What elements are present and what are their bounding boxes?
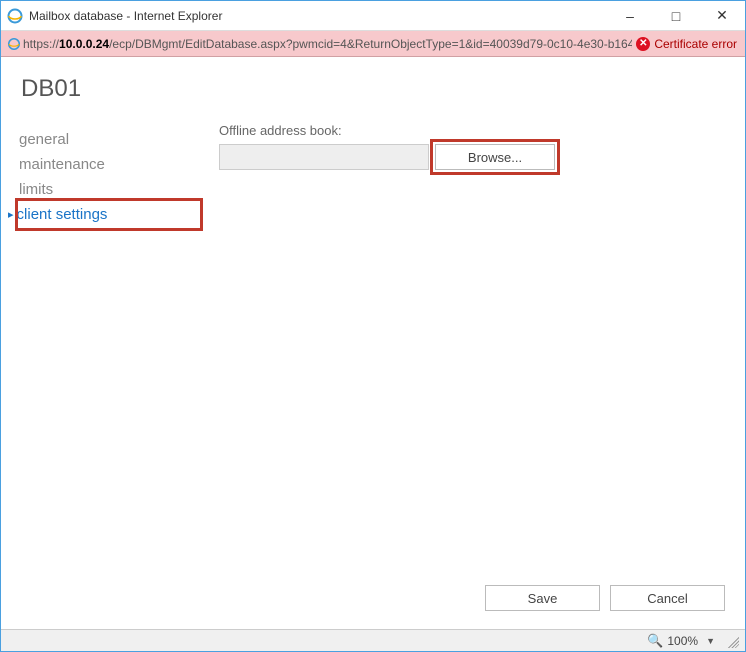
sidebar-item-label: general [19,131,69,148]
minimize-button[interactable]: – [607,1,653,30]
ie-favicon-icon [7,8,23,24]
cert-error-icon: ✕ [636,37,650,51]
sidebar-item-label: maintenance [19,156,105,173]
dialog-footer: Save Cancel [19,575,727,611]
resize-grip-icon[interactable] [725,634,739,648]
sidebar-item-limits[interactable]: limits [19,177,199,202]
sidebar-item-label: limits [19,181,53,198]
main-panel: Offline address book: Browse... [199,123,727,575]
close-button[interactable]: ✕ [699,1,745,30]
cancel-button[interactable]: Cancel [610,585,725,611]
window-titlebar: Mailbox database - Internet Explorer – □… [1,1,745,31]
window-title: Mailbox database - Internet Explorer [29,9,607,23]
offline-address-book-input[interactable] [219,144,429,170]
sidebar-item-client-settings[interactable]: client settings [19,202,199,227]
maximize-button[interactable]: □ [653,1,699,30]
address-bar[interactable]: https://10.0.0.24/ecp/DBMgmt/EditDatabas… [1,31,745,57]
address-url[interactable]: https://10.0.0.24/ecp/DBMgmt/EditDatabas… [23,37,632,51]
cert-error-label: Certificate error [654,37,737,51]
browse-button[interactable]: Browse... [435,144,555,170]
certificate-error-badge[interactable]: ✕ Certificate error [632,37,741,51]
ie-page-icon [5,37,23,51]
save-button[interactable]: Save [485,585,600,611]
page-title: DB01 [21,75,727,103]
page-content: DB01 general maintenance limits client s… [1,57,745,629]
sidebar-item-maintenance[interactable]: maintenance [19,152,199,177]
zoom-icon[interactable]: 🔍 [647,633,663,649]
status-bar: 🔍 100% ▼ [1,629,745,651]
offline-address-book-label: Offline address book: [219,123,727,138]
window-controls: – □ ✕ [607,1,745,30]
sidebar-item-label: client settings [17,206,108,223]
url-path: /ecp/DBMgmt/EditDatabase.aspx?pwmcid=4&R… [109,37,632,51]
sidebar-nav: general maintenance limits client settin… [19,123,199,575]
url-scheme: https:// [23,37,59,51]
zoom-dropdown-icon[interactable]: ▼ [702,636,715,646]
sidebar-item-general[interactable]: general [19,127,199,152]
url-host: 10.0.0.24 [59,37,109,51]
zoom-level[interactable]: 100% [667,634,698,648]
